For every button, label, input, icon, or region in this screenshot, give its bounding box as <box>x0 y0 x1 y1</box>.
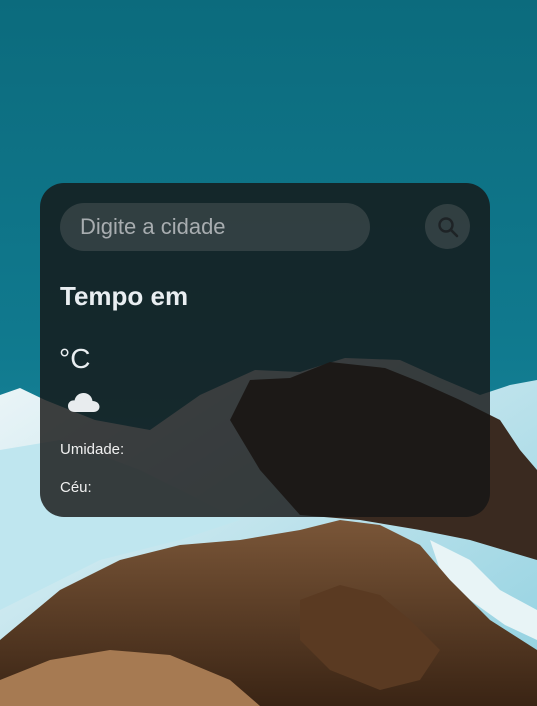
city-search-input[interactable] <box>60 203 370 251</box>
city-title: Tempo em <box>60 281 189 311</box>
weather-card: Tempo em °C Umidade: Céu: <box>40 183 490 517</box>
sky-label: Céu: <box>60 479 92 496</box>
search-icon <box>437 216 458 237</box>
temperature-value: °C <box>59 343 91 374</box>
search-button[interactable] <box>425 204 470 249</box>
humidity-label: Umidade: <box>60 441 125 458</box>
cloud-icon <box>68 393 100 412</box>
